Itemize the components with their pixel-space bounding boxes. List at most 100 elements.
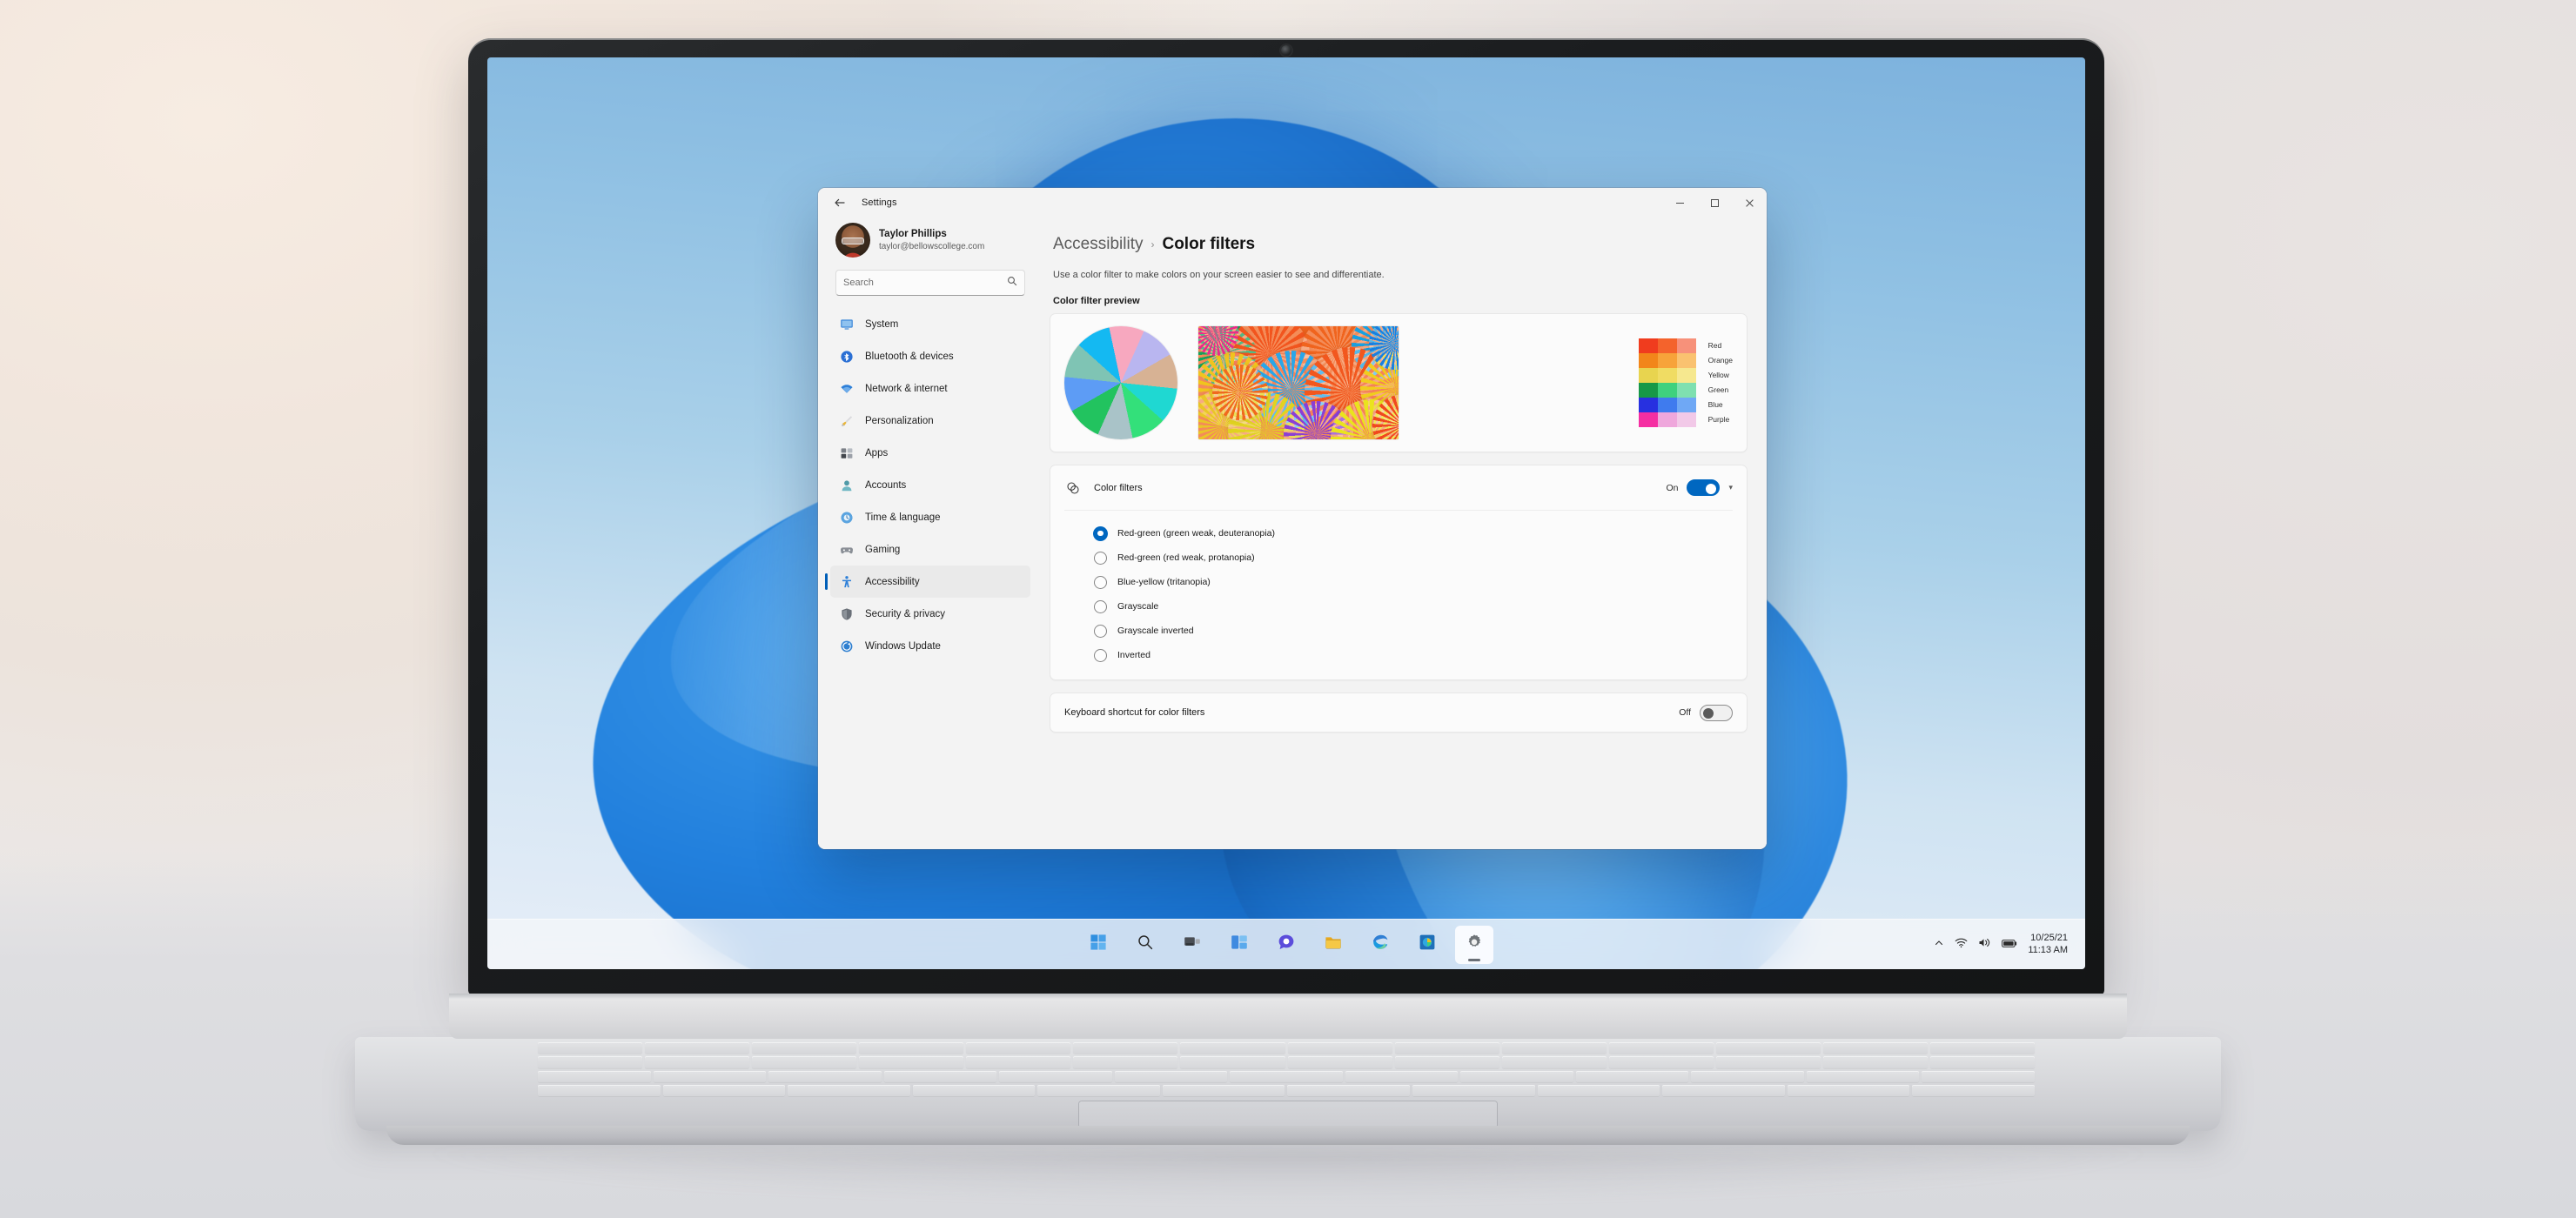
color-filter-option-grayscale[interactable]: Grayscale <box>1094 594 1733 619</box>
keyboard-key[interactable] <box>1608 1042 1714 1054</box>
keyboard-key[interactable] <box>1806 1070 1920 1082</box>
keyboard-key[interactable] <box>1575 1070 1689 1082</box>
trackpad[interactable] <box>1079 1101 1497 1128</box>
sidebar-item-system[interactable]: System <box>830 308 1030 340</box>
radio-button[interactable] <box>1094 551 1107 565</box>
sidebar-item-apps[interactable]: Apps <box>830 437 1030 469</box>
keyboard-key[interactable] <box>1287 1084 1411 1096</box>
sidebar-item-gaming[interactable]: Gaming <box>830 533 1030 566</box>
keyboard-key[interactable] <box>1345 1070 1459 1082</box>
keyboard-key[interactable] <box>752 1042 857 1054</box>
task-view-button[interactable] <box>1173 926 1211 964</box>
keyboard-key[interactable] <box>999 1070 1112 1082</box>
sidebar-item-security-privacy[interactable]: Security & privacy <box>830 598 1030 630</box>
account-block[interactable]: Taylor Phillips taylor@bellowscollege.co… <box>830 218 1030 268</box>
sidebar-item-bluetooth-devices[interactable]: Bluetooth & devices <box>830 340 1030 372</box>
settings-button[interactable] <box>1455 925 1493 964</box>
keyboard-key[interactable] <box>1073 1042 1178 1054</box>
user-avatar[interactable] <box>835 223 870 258</box>
keyboard-key[interactable] <box>1608 1056 1714 1068</box>
radio-button[interactable] <box>1094 624 1107 638</box>
keyboard-key[interactable] <box>883 1070 997 1082</box>
keyboard-key[interactable] <box>768 1070 882 1082</box>
color-filter-option-grayscale-inverted[interactable]: Grayscale inverted <box>1094 619 1733 643</box>
keyboard-key[interactable] <box>645 1056 750 1068</box>
keyboard-key[interactable] <box>1715 1056 1821 1068</box>
radio-button[interactable] <box>1094 526 1107 540</box>
sidebar-item-accounts[interactable]: Accounts <box>830 469 1030 501</box>
keyboard-key[interactable] <box>1822 1056 1929 1068</box>
keyboard-key[interactable] <box>1180 1042 1285 1054</box>
keyboard-key[interactable] <box>653 1070 767 1082</box>
sidebar-item-time-language[interactable]: Time & language <box>830 501 1030 533</box>
keyboard-key[interactable] <box>1501 1042 1607 1054</box>
keyboard-key[interactable] <box>1287 1056 1392 1068</box>
color-filter-option-inverted[interactable]: Inverted <box>1094 643 1733 667</box>
keyboard-key[interactable] <box>752 1056 857 1068</box>
chat-button[interactable] <box>1267 926 1305 964</box>
keyboard-key[interactable] <box>966 1042 1071 1054</box>
keyboard-key[interactable] <box>1287 1042 1392 1054</box>
keyboard-key[interactable] <box>1691 1070 1804 1082</box>
color-filters-toggle-row[interactable]: Color filters On ▾ <box>1064 465 1733 511</box>
keyboard-key[interactable] <box>1394 1056 1499 1068</box>
clock[interactable]: 10/25/21 11:13 AM <box>2028 933 2068 957</box>
keyboard-key[interactable] <box>538 1084 661 1096</box>
sidebar-item-windows-update[interactable]: Windows Update <box>830 630 1030 662</box>
sidebar-item-network-internet[interactable]: Network & internet <box>830 372 1030 405</box>
window-titlebar[interactable]: Settings <box>818 188 1767 218</box>
keyboard-key[interactable] <box>1114 1070 1228 1082</box>
battery-icon[interactable] <box>2002 937 2017 953</box>
close-icon[interactable] <box>1732 188 1767 218</box>
photos-button[interactable] <box>1408 926 1446 964</box>
radio-button[interactable] <box>1094 575 1107 589</box>
widgets-button[interactable] <box>1220 926 1258 964</box>
keyboard-key[interactable] <box>912 1084 1036 1096</box>
keyboard-key[interactable] <box>1394 1042 1499 1054</box>
search-input[interactable] <box>843 278 1002 288</box>
sidebar-item-personalization[interactable]: Personalization <box>830 405 1030 437</box>
back-arrow-icon[interactable] <box>825 191 855 215</box>
radio-button[interactable] <box>1094 599 1107 613</box>
keyboard-key[interactable] <box>1501 1056 1607 1068</box>
keyboard-key[interactable] <box>1162 1084 1285 1096</box>
keyboard-key[interactable] <box>859 1056 964 1068</box>
keyboard[interactable] <box>538 1042 2036 1096</box>
keyboard-key[interactable] <box>1037 1084 1160 1096</box>
edge-button[interactable] <box>1361 926 1399 964</box>
keyboard-key[interactable] <box>1930 1056 2036 1068</box>
wifi-icon[interactable] <box>1955 937 1968 953</box>
search-box[interactable] <box>835 270 1025 296</box>
file-explorer-button[interactable] <box>1314 926 1352 964</box>
keyboard-key[interactable] <box>538 1042 643 1054</box>
maximize-icon[interactable] <box>1697 188 1732 218</box>
chevron-down-icon[interactable]: ▾ <box>1728 483 1733 492</box>
keyboard-key[interactable] <box>859 1042 964 1054</box>
keyboard-key[interactable] <box>1922 1070 2035 1082</box>
keyboard-shortcut-row[interactable]: Keyboard shortcut for color filters Off <box>1064 693 1733 732</box>
keyboard-shortcut-switch[interactable] <box>1700 704 1733 721</box>
keyboard-key[interactable] <box>1822 1042 1929 1054</box>
keyboard-key[interactable] <box>538 1056 643 1068</box>
keyboard-key[interactable] <box>1787 1084 1910 1096</box>
speaker-icon[interactable] <box>1978 937 1991 953</box>
color-filter-option-red-green-red-weak-protanopia[interactable]: Red-green (red weak, protanopia) <box>1094 545 1733 570</box>
color-filter-option-red-green-green-weak-deuteranopia[interactable]: Red-green (green weak, deuteranopia) <box>1094 521 1733 545</box>
breadcrumb-parent[interactable]: Accessibility <box>1053 235 1143 254</box>
keyboard-key[interactable] <box>1912 1084 2035 1096</box>
minimize-icon[interactable] <box>1662 188 1697 218</box>
keyboard-key[interactable] <box>788 1084 910 1096</box>
keyboard-key[interactable] <box>1662 1084 1785 1096</box>
radio-button[interactable] <box>1094 648 1107 662</box>
keyboard-key[interactable] <box>1412 1084 1535 1096</box>
keyboard-key[interactable] <box>662 1084 786 1096</box>
chevron-up-icon[interactable] <box>1934 937 1944 953</box>
keyboard-key[interactable] <box>1230 1070 1343 1082</box>
sidebar-item-accessibility[interactable]: Accessibility <box>825 566 1030 598</box>
keyboard-key[interactable] <box>538 1070 651 1082</box>
color-filter-option-blue-yellow-tritanopia[interactable]: Blue-yellow (tritanopia) <box>1094 570 1733 594</box>
keyboard-key[interactable] <box>1930 1042 2036 1054</box>
keyboard-key[interactable] <box>1180 1056 1285 1068</box>
keyboard-key[interactable] <box>1073 1056 1178 1068</box>
keyboard-key[interactable] <box>966 1056 1071 1068</box>
